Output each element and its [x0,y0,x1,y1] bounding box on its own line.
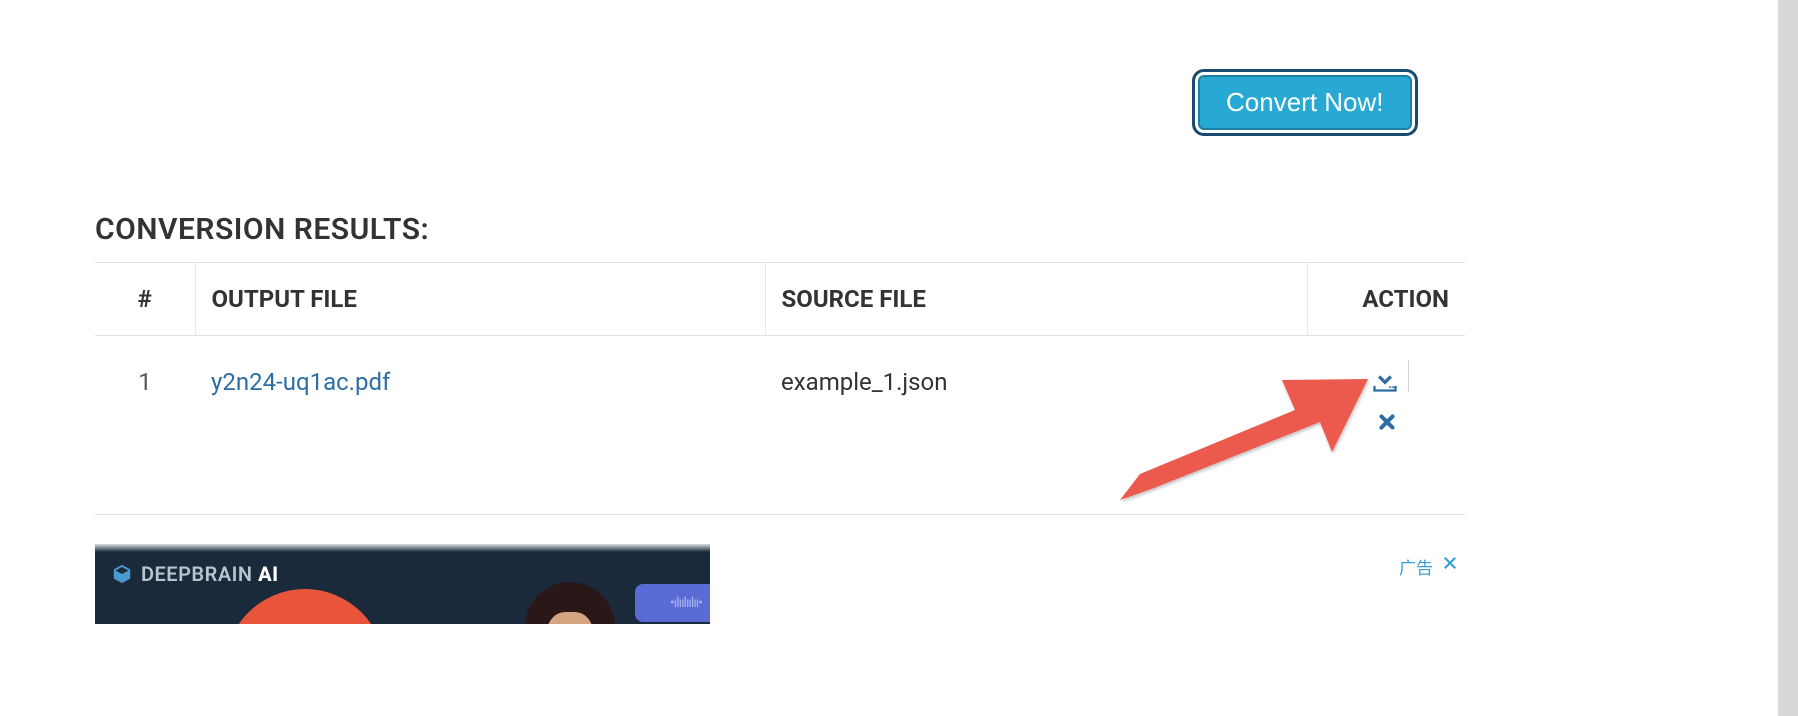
action-icons-container [1323,368,1449,434]
header-action: ACTION [1307,263,1465,336]
convert-now-button[interactable]: Convert Now! [1198,75,1412,130]
header-source-file: SOURCE FILE [765,263,1307,336]
ad-avatar-face [547,612,593,624]
ad-red-shape [225,589,385,624]
results-section-title: CONVERSION RESULTS: [95,212,429,247]
ad-right-panel: 广告 [710,544,1465,624]
row-index: 1 [95,336,195,515]
header-output-file: OUTPUT FILE [195,263,765,336]
ad-brand-text: DEEPBRAIN [141,562,253,586]
scrollbar-track[interactable] [1778,0,1798,716]
conversion-results-table: # OUTPUT FILE SOURCE FILE ACTION 1 y2n24… [95,262,1465,515]
action-separator [1408,360,1409,392]
ad-avatar [525,582,615,624]
ad-brand-logo: DEEPBRAIN AI [111,562,279,586]
header-index: # [95,263,195,336]
table-row: 1 y2n24-uq1ac.pdf example_1.json [95,336,1465,515]
table-header-row: # OUTPUT FILE SOURCE FILE ACTION [95,263,1465,336]
waveform-icon: •ılıılıılıı• [670,595,702,611]
delete-icon[interactable] [1375,410,1399,434]
ad-brand-suffix: AI [258,562,278,586]
ad-creative[interactable]: DEEPBRAIN AI •ılıılıılıı• [95,544,710,624]
ad-banner: DEEPBRAIN AI •ılıılıılıı• 广告 [95,544,1465,624]
ad-close-icon[interactable] [1441,554,1459,576]
convert-button-label: Convert Now! [1226,87,1384,117]
download-icon[interactable] [1371,368,1399,392]
ad-audio-widget: •ılıılıılıı• [635,584,710,622]
cube-icon [111,563,133,585]
source-file-cell: example_1.json [765,336,1307,515]
ad-badge: 广告 [1399,554,1433,579]
output-file-link[interactable]: y2n24-uq1ac.pdf [211,368,390,396]
